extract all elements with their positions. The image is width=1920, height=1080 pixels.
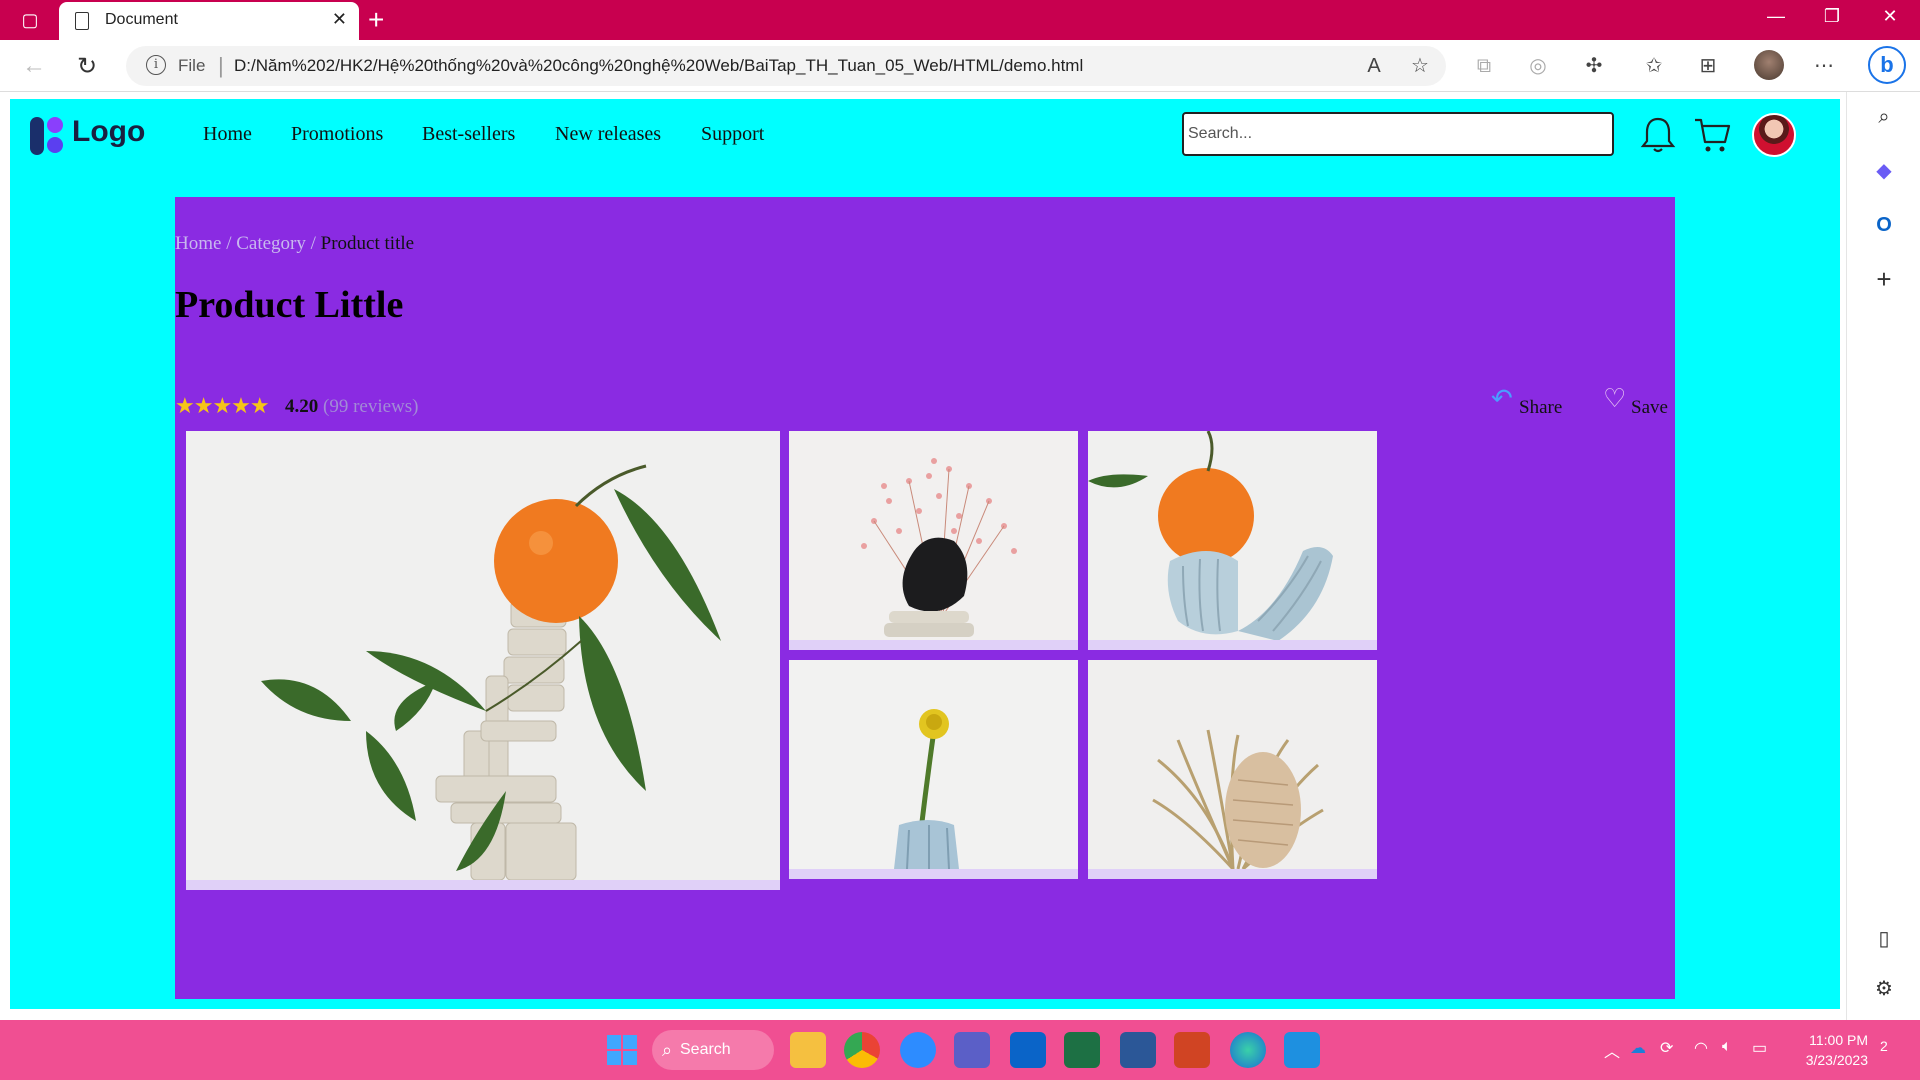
gallery-thumb-4[interactable] [1088, 660, 1377, 879]
onedrive-icon[interactable]: ☁ [1630, 1038, 1646, 1058]
browser-essentials-icon[interactable]: ◎ [1526, 54, 1550, 78]
refresh-icon[interactable]: ↻ [77, 52, 97, 81]
notification-count[interactable]: 2 [1880, 1038, 1888, 1054]
profile-avatar[interactable] [1754, 50, 1784, 80]
bing-copilot-icon[interactable]: b [1868, 46, 1906, 84]
tab-actions-icon[interactable]: ▢ [18, 8, 42, 32]
sidebar-toggle-icon[interactable]: ▯ [1869, 924, 1899, 954]
gallery-thumb-3[interactable] [789, 660, 1078, 879]
close-window-icon[interactable]: ✕ [1870, 6, 1910, 27]
clock-date: 3/23/2023 [1805, 1052, 1868, 1068]
taskbar-search[interactable]: ⌕ Search [652, 1030, 774, 1070]
breadcrumb: Home / Category / Product title [175, 233, 414, 255]
star-rating-icon: ★★★★★ [175, 393, 270, 418]
volume-icon[interactable]: 🔈︎ [1722, 1038, 1732, 1056]
url-scheme-label: File [178, 56, 206, 75]
nav-new-releases[interactable]: New releases [555, 123, 661, 146]
nav-home[interactable]: Home [203, 123, 252, 146]
tab-collections-icon[interactable]: ⊞ [1696, 54, 1720, 78]
cart-icon[interactable] [1692, 115, 1732, 155]
close-tab-icon[interactable]: ✕ [332, 9, 347, 30]
more-menu-icon[interactable]: ⋯ [1812, 54, 1836, 78]
read-aloud-icon[interactable]: A [1362, 54, 1386, 78]
logo-text[interactable]: Logo [72, 115, 145, 149]
outlook-icon[interactable]: O [1869, 210, 1899, 240]
address-bar: ← ↻ i File | D:/Năm%202/HK2/Hệ%20thống%2… [0, 40, 1920, 92]
tab-document[interactable]: Document ✕ [59, 2, 359, 40]
search-icon[interactable]: ⌕ [1869, 102, 1899, 132]
breadcrumb-current: Product title [320, 233, 415, 254]
rating-value: 4.20 [285, 396, 319, 417]
minimize-icon[interactable]: — [1756, 6, 1796, 27]
breadcrumb-separator: / [305, 233, 321, 254]
tab-title: Document [105, 11, 178, 28]
nav-promotions[interactable]: Promotions [291, 123, 383, 146]
user-avatar[interactable] [1752, 113, 1796, 157]
info-icon[interactable]: i [146, 55, 166, 75]
breadcrumb-separator: / [221, 233, 237, 254]
edge-icon[interactable] [1230, 1032, 1266, 1068]
add-favorite-icon[interactable]: ☆ [1408, 54, 1432, 78]
settings-icon[interactable]: ⚙ [1869, 974, 1899, 1004]
powerpoint-icon[interactable] [1174, 1032, 1210, 1068]
clock-time: 11:00 PM [1809, 1032, 1868, 1048]
file-explorer-icon[interactable] [790, 1032, 826, 1068]
sync-icon[interactable]: ⟳ [1660, 1038, 1673, 1058]
word-icon[interactable] [1120, 1032, 1156, 1068]
battery-icon[interactable]: ▭ [1752, 1038, 1767, 1058]
product-title: Product Little [175, 284, 404, 326]
search-input[interactable] [1182, 112, 1614, 156]
favorites-icon[interactable]: ✩ [1642, 54, 1666, 78]
new-tab-icon[interactable]: + [368, 4, 384, 36]
start-icon[interactable] [604, 1032, 640, 1068]
taskbar-clock[interactable]: 11:00 PM 3/23/2023 [1792, 1030, 1868, 1070]
product-section: Home / Category / Product title Product … [175, 197, 1675, 999]
collections-icon[interactable]: ⧉ [1472, 54, 1496, 78]
copilot-icon[interactable]: ◆ [1869, 156, 1899, 186]
taskbar-search-label: Search [680, 1041, 731, 1058]
gallery-main-image[interactable] [186, 431, 780, 890]
edge-sidebar: ⌕ ◆ O + ▯ ⚙ [1846, 92, 1920, 1020]
extensions-icon[interactable]: ✣ [1582, 54, 1606, 78]
bell-icon[interactable] [1638, 115, 1678, 155]
back-icon[interactable]: ← [22, 52, 46, 80]
share-label: Share [1519, 397, 1563, 418]
outlook-icon[interactable] [1010, 1032, 1046, 1068]
document-icon [75, 12, 89, 30]
share-icon: ↶ [1491, 383, 1513, 413]
teams-icon[interactable] [954, 1032, 990, 1068]
reviews-link[interactable]: (99 reviews) [323, 396, 419, 418]
wifi-icon[interactable]: ◠ [1694, 1038, 1708, 1058]
nav-support[interactable]: Support [701, 123, 764, 146]
breadcrumb-category[interactable]: Category [236, 233, 306, 254]
url-separator: | [218, 53, 224, 78]
add-sidebar-app-icon[interactable]: + [1869, 264, 1899, 294]
url-text[interactable]: D:/Năm%202/HK2/Hệ%20thống%20và%20công%20… [234, 56, 1083, 76]
vscode-icon[interactable] [1284, 1032, 1320, 1068]
gallery-thumb-2[interactable] [1088, 431, 1377, 650]
browser-titlebar: ▢ Document ✕ + — ❐ ✕ [0, 0, 1920, 40]
page-body: Logo Home Promotions Best-sellers New re… [10, 99, 1840, 1009]
chevron-up-icon[interactable]: ︿ [1604, 1038, 1620, 1062]
url-box[interactable]: i File | D:/Năm%202/HK2/Hệ%20thống%20và%… [126, 46, 1446, 86]
zoom-icon[interactable] [900, 1032, 936, 1068]
save-label: Save [1631, 397, 1668, 418]
chrome-icon[interactable] [844, 1032, 880, 1068]
restore-icon[interactable]: ❐ [1812, 6, 1852, 27]
windows-taskbar: ⌕ Search ︿ ☁ ⟳ ◠ 🔈︎ ▭ 11:00 PM 3/23/2023… [0, 1020, 1920, 1080]
excel-icon[interactable] [1064, 1032, 1100, 1068]
heart-icon: ♡ [1603, 383, 1627, 413]
page-viewport: Logo Home Promotions Best-sellers New re… [0, 92, 1846, 1020]
logo-mark[interactable] [30, 117, 66, 155]
nav-best-sellers[interactable]: Best-sellers [422, 123, 515, 146]
search-icon: ⌕ [662, 1040, 673, 1060]
gallery-thumb-1[interactable] [789, 431, 1078, 650]
breadcrumb-home[interactable]: Home [175, 233, 221, 254]
